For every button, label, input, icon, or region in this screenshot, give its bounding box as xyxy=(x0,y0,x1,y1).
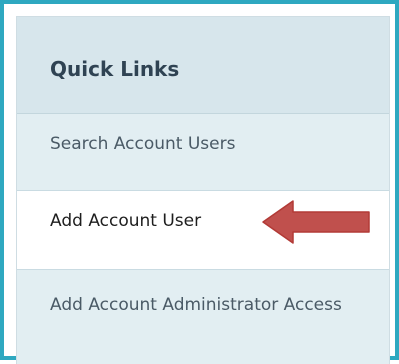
left-arrow-icon xyxy=(262,200,370,244)
quick-link-search-account-users[interactable]: Search Account Users xyxy=(17,114,389,191)
quick-link-add-account-administrator-access[interactable]: Add Account Administrator Access xyxy=(17,270,389,364)
highlight-frame: Quick Links Search Account Users Add Acc… xyxy=(0,0,399,364)
quick-links-panel: Quick Links Search Account Users Add Acc… xyxy=(16,16,390,364)
quick-links-header: Quick Links xyxy=(17,17,389,114)
quick-link-label: Search Account Users xyxy=(50,134,236,154)
quick-link-label: Add Account Administrator Access xyxy=(50,295,342,315)
quick-link-label: Add Account User xyxy=(50,211,202,231)
quick-links-title: Quick Links xyxy=(50,57,180,81)
